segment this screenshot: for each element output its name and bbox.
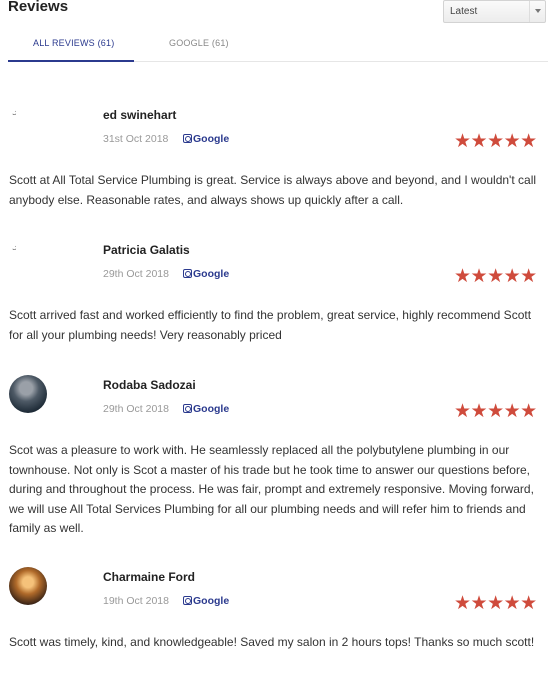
review-source[interactable]: Google — [183, 133, 229, 145]
reviewer-name: Patricia Galatis — [103, 243, 190, 257]
review-text: Scott arrived fast and worked efficientl… — [9, 308, 532, 342]
review-date: 29th Oct 2018 — [103, 403, 169, 415]
review-source-label: Google — [193, 595, 230, 607]
review-tabs: ALL REVIEWS (61) GOOGLE (61) — [8, 30, 548, 62]
rating-stars: ★★★★★ — [454, 593, 537, 614]
review-text: Scott was timely, kind, and knowledgeabl… — [9, 635, 535, 649]
google-icon — [183, 134, 192, 143]
review-source[interactable]: Google — [183, 595, 229, 607]
google-icon — [183, 404, 192, 413]
review-date: 19th Oct 2018 — [103, 595, 169, 607]
review-date: 31st Oct 2018 — [103, 133, 169, 145]
sort-dropdown-value: Latest — [450, 6, 478, 17]
avatar — [9, 375, 47, 413]
chevron-down-icon — [529, 1, 545, 22]
avatar — [9, 567, 47, 605]
page-title: Reviews — [8, 0, 69, 15]
tab-google[interactable]: GOOGLE (61) — [169, 38, 229, 48]
google-icon — [183, 269, 192, 278]
review-text: Scott at All Total Service Plumbing is g… — [9, 173, 537, 207]
active-tab-indicator — [8, 60, 134, 62]
rating-stars: ★★★★★ — [454, 266, 537, 287]
review-source[interactable]: Google — [183, 403, 229, 415]
review-source[interactable]: Google — [183, 268, 229, 280]
rating-stars: ★★★★★ — [454, 401, 537, 422]
reviewer-name: Rodaba Sadozai — [103, 378, 196, 392]
rating-stars: ★★★★★ — [454, 131, 537, 152]
sort-dropdown[interactable]: Latest — [443, 0, 546, 23]
reviews-header: Reviews Latest — [0, 0, 554, 30]
review-source-label: Google — [193, 403, 230, 415]
review-date: 29th Oct 2018 — [103, 268, 169, 280]
avatar — [9, 106, 47, 144]
google-icon — [183, 596, 192, 605]
review-text: Scot was a pleasure to work with. He sea… — [9, 443, 534, 535]
review-source-label: Google — [193, 133, 230, 145]
tab-all-reviews[interactable]: ALL REVIEWS (61) — [33, 38, 114, 48]
avatar — [9, 241, 47, 279]
review-source-label: Google — [193, 268, 230, 280]
reviewer-name: Charmaine Ford — [103, 570, 196, 584]
reviewer-name: ed swinehart — [103, 108, 177, 122]
